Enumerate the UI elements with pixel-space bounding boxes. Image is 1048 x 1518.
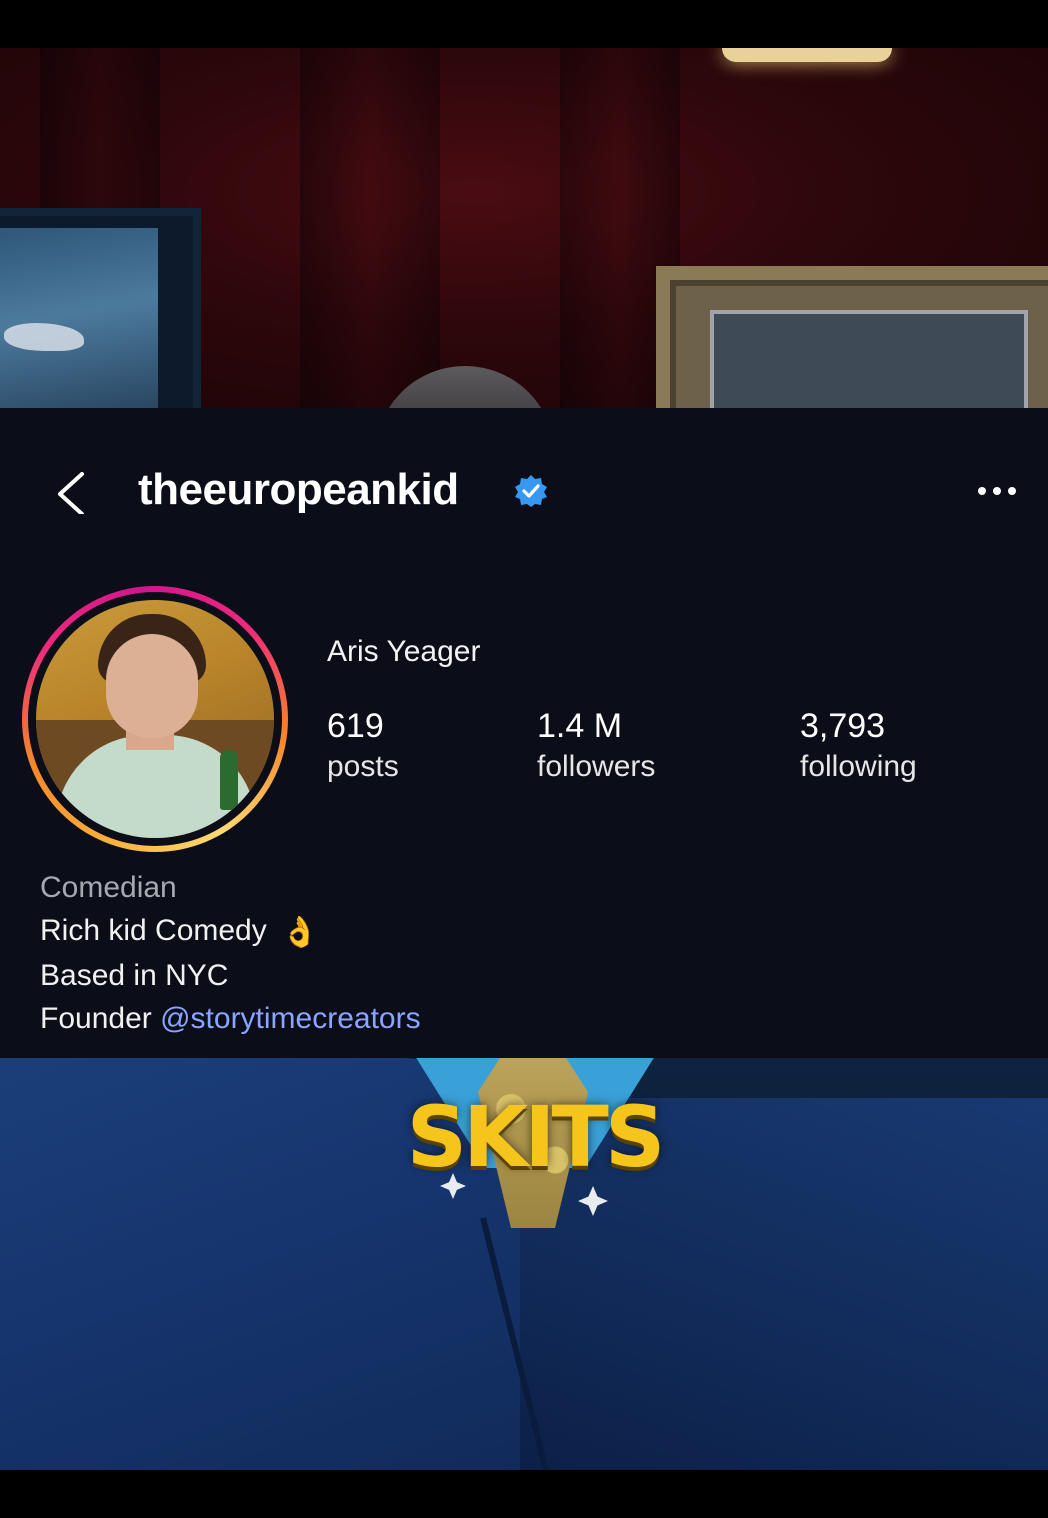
verified-badge-icon: [514, 474, 548, 508]
avatar-face: [106, 634, 198, 738]
video-caption: SKITS: [406, 1088, 666, 1186]
video-scene-top: [0, 48, 1048, 408]
bio-line-2: Based in NYC: [40, 958, 229, 992]
profile-avatar-ring[interactable]: [22, 586, 288, 852]
stat-label: following: [800, 750, 917, 783]
stat-label: posts: [327, 750, 399, 783]
display-name: Aris Yeager: [327, 635, 481, 668]
stat-posts[interactable]: 619 posts: [327, 706, 399, 786]
stat-value: 3,793: [800, 707, 886, 745]
bio-line-3-prefix: Founder: [40, 1001, 152, 1035]
stat-value: 619: [327, 707, 384, 745]
avatar-bottle: [220, 750, 238, 810]
stat-value: 1.4 M: [537, 707, 623, 745]
bio-line-1: Rich kid Comedy 👌: [40, 909, 421, 954]
curtain-fold: [300, 48, 440, 408]
painting-left-canvas: [0, 228, 158, 408]
profile-avatar: [36, 600, 274, 838]
bio-line-1-text: Rich kid Comedy: [40, 914, 267, 947]
more-horizontal-icon: [978, 487, 1016, 495]
profile-overlay: theeuropeankid Aris Yeager 619 posts 1.4…: [0, 408, 1048, 1058]
letterbox-bottom: [0, 1470, 1048, 1518]
stat-label: followers: [537, 750, 656, 783]
ceiling-lamp: [722, 48, 892, 62]
stat-followers[interactable]: 1.4 M followers: [537, 706, 655, 786]
bio-mention-link[interactable]: @storytimecreators: [160, 1002, 421, 1035]
painting-right: [656, 266, 1048, 408]
bio-category: Comedian: [40, 871, 177, 904]
profile-username: theeuropeankid: [138, 465, 459, 514]
back-button[interactable]: [48, 470, 92, 516]
chevron-left-icon: [58, 472, 84, 516]
letterbox-top: [0, 0, 1048, 48]
painting-left: [0, 208, 201, 408]
profile-bio: Comedian Rich kid Comedy 👌 Based in NYC …: [40, 866, 421, 1040]
ok-hand-emoji: 👌: [281, 915, 319, 949]
bio-line-3: Founder @storytimecreators: [40, 997, 421, 1040]
stat-following[interactable]: 3,793 following: [800, 706, 917, 786]
painting-right-canvas: [710, 310, 1028, 408]
more-options-button[interactable]: [972, 474, 1022, 508]
